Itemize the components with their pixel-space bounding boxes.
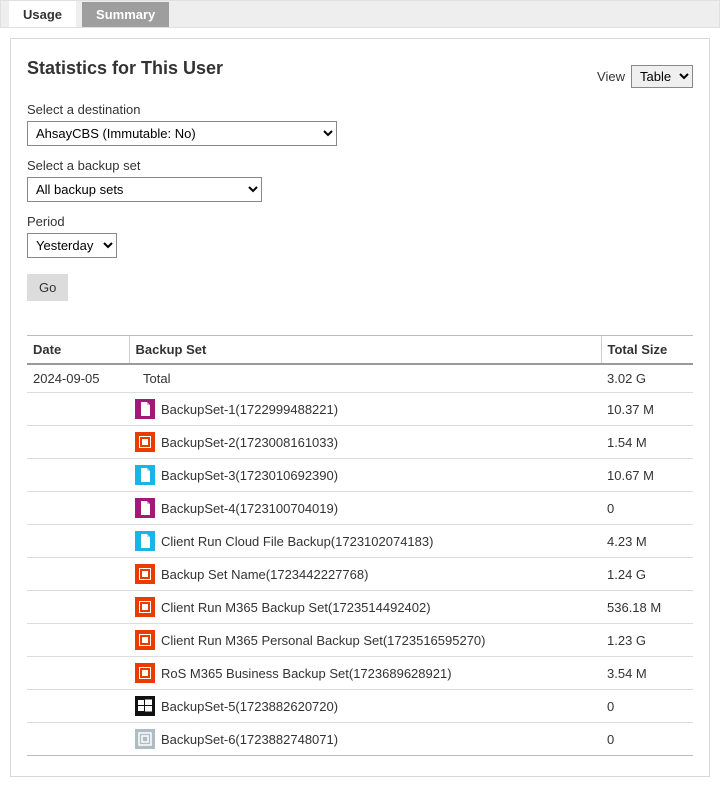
cell-backupset: Client Run Cloud File Backup(17231020741… bbox=[129, 525, 601, 558]
col-header-backupset: Backup Set bbox=[129, 336, 601, 365]
table-row: Backup Set Name(1723442227768) 1.24 G bbox=[27, 558, 693, 591]
cell-size: 1.24 G bbox=[601, 558, 693, 591]
cell-size: 536.18 M bbox=[601, 591, 693, 624]
office-orange-icon bbox=[135, 432, 155, 452]
table-row: BackupSet-2(1723008161033) 1.54 M bbox=[27, 426, 693, 459]
cell-date bbox=[27, 558, 129, 591]
view-select[interactable]: Table bbox=[631, 65, 693, 88]
period-field: Period Yesterday bbox=[27, 214, 693, 258]
cell-date bbox=[27, 624, 129, 657]
cell-backupset: BackupSet-1(1722999488221) bbox=[129, 393, 601, 426]
table-header-row: Date Backup Set Total Size bbox=[27, 336, 693, 365]
destination-label: Select a destination bbox=[27, 102, 693, 117]
panel-title: Statistics for This User bbox=[27, 57, 223, 80]
cell-backupset: BackupSet-4(1723100704019) bbox=[129, 492, 601, 525]
period-label: Period bbox=[27, 214, 693, 229]
office-orange-icon bbox=[135, 597, 155, 617]
cell-backupset: BackupSet-3(1723010692390) bbox=[129, 459, 601, 492]
cell-date bbox=[27, 525, 129, 558]
table-row: BackupSet-6(1723882748071) 0 bbox=[27, 723, 693, 756]
cell-size-total: 3.02 G bbox=[601, 364, 693, 393]
table-row: BackupSet-4(1723100704019) 0 bbox=[27, 492, 693, 525]
cell-size: 10.67 M bbox=[601, 459, 693, 492]
backupset-name[interactable]: RoS M365 Business Backup Set(17236896289… bbox=[161, 666, 452, 681]
backupset-name[interactable]: Client Run Cloud File Backup(17231020741… bbox=[161, 534, 433, 549]
vm-grey-icon bbox=[135, 729, 155, 749]
cell-size: 3.54 M bbox=[601, 657, 693, 690]
backupset-name[interactable]: BackupSet-5(1723882620720) bbox=[161, 699, 338, 714]
col-header-date: Date bbox=[27, 336, 129, 365]
cell-size: 1.23 G bbox=[601, 624, 693, 657]
cell-size: 0 bbox=[601, 690, 693, 723]
table-row-total: 2024-09-05 Total 3.02 G bbox=[27, 364, 693, 393]
table-row: RoS M365 Business Backup Set(17236896289… bbox=[27, 657, 693, 690]
view-control: View Table bbox=[597, 65, 693, 88]
backupset-name[interactable]: BackupSet-3(1723010692390) bbox=[161, 468, 338, 483]
cell-size: 1.54 M bbox=[601, 426, 693, 459]
cell-backupset: Client Run M365 Backup Set(1723514492402… bbox=[129, 591, 601, 624]
cell-date bbox=[27, 723, 129, 756]
file-cyan-icon bbox=[135, 531, 155, 551]
cell-size: 0 bbox=[601, 492, 693, 525]
cell-backupset: BackupSet-5(1723882620720) bbox=[129, 690, 601, 723]
cell-backupset: BackupSet-6(1723882748071) bbox=[129, 723, 601, 756]
cell-size: 0 bbox=[601, 723, 693, 756]
tab-usage[interactable]: Usage bbox=[9, 1, 76, 27]
table-row: Client Run Cloud File Backup(17231020741… bbox=[27, 525, 693, 558]
backupset-name[interactable]: BackupSet-1(1722999488221) bbox=[161, 402, 338, 417]
cell-date bbox=[27, 690, 129, 723]
table-row: BackupSet-3(1723010692390) 10.67 M bbox=[27, 459, 693, 492]
backupset-field: Select a backup set All backup sets bbox=[27, 158, 693, 202]
cell-size: 10.37 M bbox=[601, 393, 693, 426]
destination-field: Select a destination AhsayCBS (Immutable… bbox=[27, 102, 693, 146]
backupset-name[interactable]: BackupSet-2(1723008161033) bbox=[161, 435, 338, 450]
cell-backupset: Backup Set Name(1723442227768) bbox=[129, 558, 601, 591]
panel-header: Statistics for This User View Table bbox=[27, 57, 693, 88]
total-label: Total bbox=[143, 371, 170, 386]
backupset-select[interactable]: All backup sets bbox=[27, 177, 262, 202]
table-row: BackupSet-1(1722999488221) 10.37 M bbox=[27, 393, 693, 426]
cell-size: 4.23 M bbox=[601, 525, 693, 558]
office-orange-icon bbox=[135, 564, 155, 584]
cell-date bbox=[27, 591, 129, 624]
cell-date: 2024-09-05 bbox=[27, 364, 129, 393]
cell-backupset: BackupSet-2(1723008161033) bbox=[129, 426, 601, 459]
statistics-table: Date Backup Set Total Size 2024-09-05 Tot… bbox=[27, 335, 693, 756]
cell-backupset: RoS M365 Business Backup Set(17236896289… bbox=[129, 657, 601, 690]
backupset-name[interactable]: Client Run M365 Backup Set(1723514492402… bbox=[161, 600, 431, 615]
office-orange-icon bbox=[135, 630, 155, 650]
file-magenta-icon bbox=[135, 498, 155, 518]
backupset-name[interactable]: Client Run M365 Personal Backup Set(1723… bbox=[161, 633, 486, 648]
backupset-label: Select a backup set bbox=[27, 158, 693, 173]
table-row: BackupSet-5(1723882620720) 0 bbox=[27, 690, 693, 723]
col-header-totalsize: Total Size bbox=[601, 336, 693, 365]
cell-backupset: Client Run M365 Personal Backup Set(1723… bbox=[129, 624, 601, 657]
file-magenta-icon bbox=[135, 399, 155, 419]
cell-date bbox=[27, 459, 129, 492]
cell-backupset-total: Total bbox=[129, 364, 601, 393]
go-button[interactable]: Go bbox=[27, 274, 68, 301]
backupset-name[interactable]: BackupSet-6(1723882748071) bbox=[161, 732, 338, 747]
table-row: Client Run M365 Personal Backup Set(1723… bbox=[27, 624, 693, 657]
destination-select[interactable]: AhsayCBS (Immutable: No) bbox=[27, 121, 337, 146]
cell-date bbox=[27, 393, 129, 426]
file-cyan-icon bbox=[135, 465, 155, 485]
backupset-name[interactable]: BackupSet-4(1723100704019) bbox=[161, 501, 338, 516]
office-orange-icon bbox=[135, 663, 155, 683]
cell-date bbox=[27, 657, 129, 690]
table-row: Client Run M365 Backup Set(1723514492402… bbox=[27, 591, 693, 624]
tab-bar: Usage Summary bbox=[0, 0, 720, 28]
period-select[interactable]: Yesterday bbox=[27, 233, 117, 258]
statistics-panel: Statistics for This User View Table Sele… bbox=[10, 38, 710, 777]
cell-date bbox=[27, 492, 129, 525]
backupset-name[interactable]: Backup Set Name(1723442227768) bbox=[161, 567, 368, 582]
tab-summary[interactable]: Summary bbox=[82, 2, 169, 27]
windows-black-icon bbox=[135, 696, 155, 716]
cell-date bbox=[27, 426, 129, 459]
view-label: View bbox=[597, 69, 625, 84]
